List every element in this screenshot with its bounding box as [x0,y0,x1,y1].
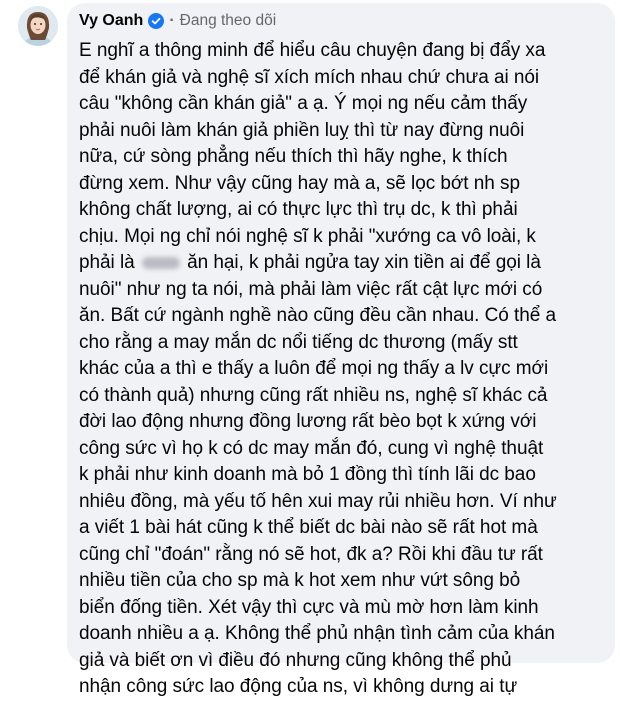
comment-line: biển đống tiền. Xét vậy thì cực và mù mờ… [79,596,539,618]
comment-line-with-censor: phải là ăn hại, k phải ngửa tay xin tiền… [79,250,605,277]
comment-line: không chất lượng, ai có thực lực thì trụ… [79,199,518,220]
comment-line: cũng chỉ "đoán" rằng nó sẽ hot, đk a? Rồ… [79,543,543,565]
comment-line: giả và biết ơn vì điều đó nhưng cũng khô… [79,649,512,671]
comment-line: doanh nhiều a ạ. Không thể phủ nhận tình… [79,623,555,644]
comment-text: E nghĩ a thông minh để hiểu câu chuyện đ… [79,38,605,701]
comment-line: câu "không cần khán giả" a ạ. Ý mọi ng n… [79,93,528,114]
comment-line: đời lao động nhưng đồng lương rất bèo bọ… [79,411,537,432]
comment-line: để khán giả và nghệ sĩ xích mích nhau ch… [79,66,540,88]
author-name[interactable]: Vy Oanh [79,11,143,31]
comment-line: nhiều tiền của cho sp mà k hot xem như v… [79,570,521,591]
comment-line: cho rằng a may mắn dc nổi tiếng dc thươn… [79,331,518,353]
comment-line: E nghĩ a thông minh để hiểu câu chuyện đ… [79,40,546,61]
comment-bubble: Vy Oanh · Đang theo dõi E nghĩ a thông m… [67,3,615,697]
comment-header: Vy Oanh · Đang theo dõi [79,10,605,32]
comment-line-part: ăn hại, k phải ngửa tay xin tiền ai để g… [187,252,541,273]
comment-line: khác của a thì e thấy a luôn để mọi ng t… [79,358,549,379]
comment-line: nữa, cứ sòng phẳng nếu thích thì hãy ngh… [79,146,508,167]
avatar[interactable] [18,6,58,46]
comment-line: nuôi" như ng ta nói, mà phải làm việc rấ… [79,278,543,300]
comment-line: a viết 1 bài hát cũng k thể biết dc bài … [79,517,538,538]
comment-line: k phải như kinh doanh mà bỏ 1 đồng thì t… [79,464,536,485]
comment-line: chịu. Mọi ng chỉ nói nghệ sĩ k phải "xướ… [79,225,536,247]
comment-line-part: phải là [79,252,135,273]
separator-dot: · [169,12,175,29]
comment-line: đừng xem. Như vậy cũng hay mà a, sẽ lọc … [79,172,520,194]
comment-line: có thành quả) nhưng cũng rất nhiều ns, n… [79,384,548,406]
censored-word-blur [141,256,180,269]
comment-line: ăn. Bất cứ ngành nghề nào cũng đều cần n… [79,305,556,326]
comment-line: phải nuôi làm khán giả phiền luỵ thì từ … [79,119,525,141]
verified-badge-icon [148,13,165,29]
follow-status-link[interactable]: Đang theo dõi [180,11,277,31]
comment-line: nhận công sức lao động của ns, vì không … [79,676,518,697]
comment-line: nhiêu đồng, mà yếu tố hên xui may rủi nh… [79,490,557,512]
comment-line: công sức vì họ k có dc may mắn đó, cung … [79,437,544,459]
